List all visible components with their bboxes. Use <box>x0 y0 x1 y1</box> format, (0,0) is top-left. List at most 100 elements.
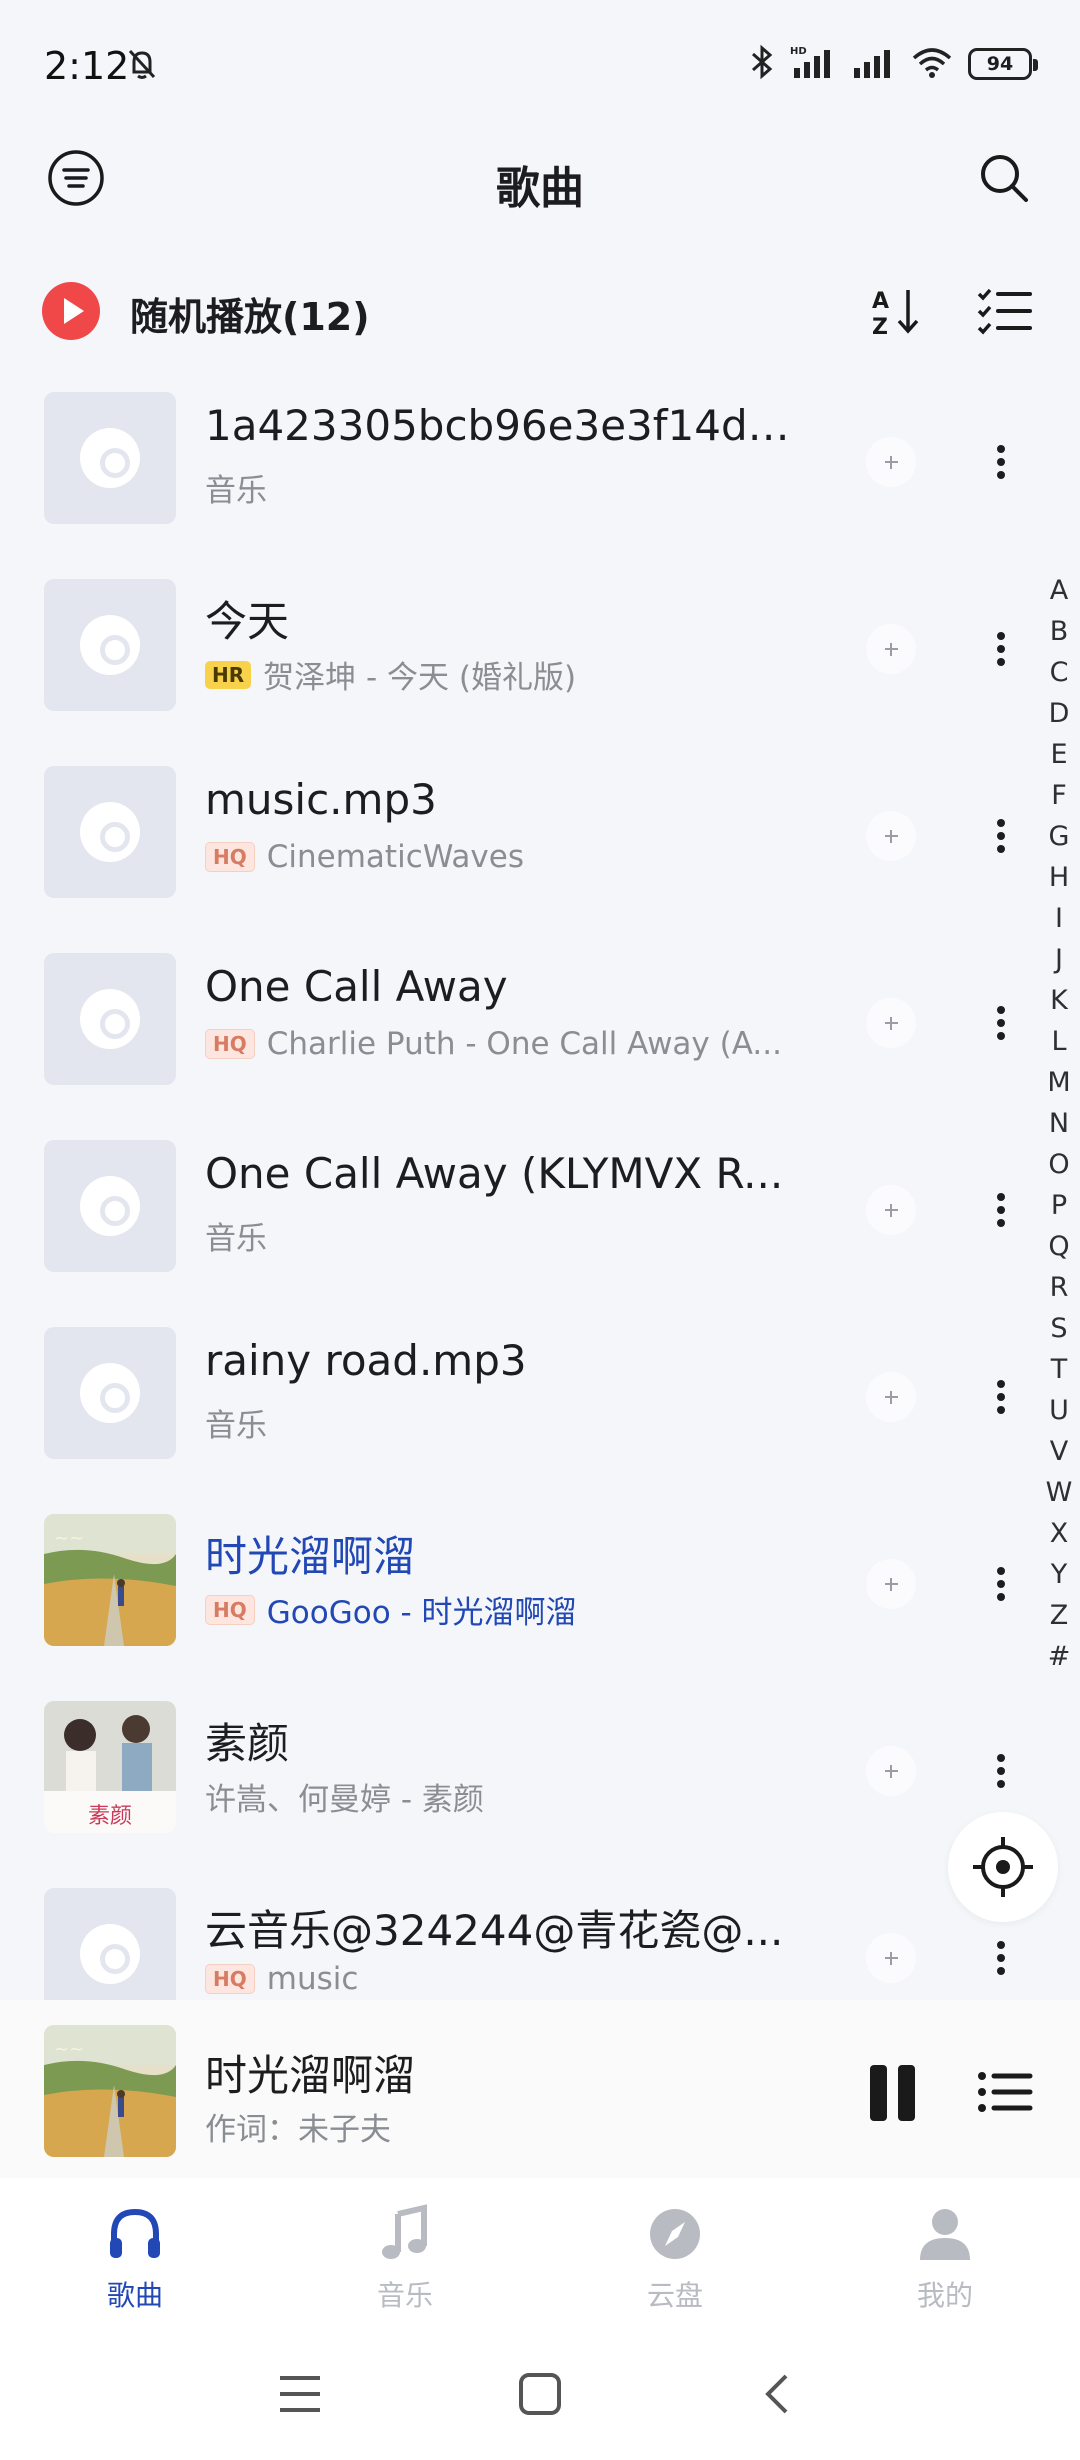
index-letter[interactable]: H <box>1042 857 1076 898</box>
recent-apps-icon[interactable] <box>278 2374 322 2414</box>
more-options-icon[interactable] <box>986 998 1016 1048</box>
song-row[interactable]: 素颜 素颜 许嵩、何曼婷 - 素颜 <box>0 1684 1040 1871</box>
crosshair-icon <box>973 1837 1033 1897</box>
song-row[interactable]: 云音乐@324244@青花瓷@... HQ music <box>0 1871 1040 2000</box>
index-letter[interactable]: W <box>1042 1472 1076 1513</box>
add-to-playlist-button[interactable] <box>866 998 916 1048</box>
locate-current-button[interactable] <box>948 1812 1058 1922</box>
song-artist: 音乐 <box>205 473 267 509</box>
playlist-queue-icon[interactable] <box>974 2062 1034 2122</box>
bottom-navigation: 歌曲 音乐 云盘 我的 <box>0 2178 1080 2330</box>
more-options-icon[interactable] <box>986 1559 1016 1609</box>
nav-label: 音乐 <box>376 2279 433 2312</box>
index-letter[interactable]: F <box>1042 775 1076 816</box>
album-cover-placeholder <box>44 579 176 711</box>
index-letter[interactable]: # <box>1042 1636 1076 1677</box>
index-letter[interactable]: D <box>1042 693 1076 734</box>
home-icon[interactable] <box>518 2372 562 2416</box>
index-letter[interactable]: G <box>1042 816 1076 857</box>
svg-text:~~: ~~ <box>54 1528 84 1549</box>
song-row[interactable]: One Call Away HQ Charlie Puth - One Call … <box>0 936 1040 1123</box>
index-letter[interactable]: A <box>1042 570 1076 611</box>
sort-az-icon[interactable]: AZ <box>866 280 926 340</box>
add-to-playlist-button[interactable] <box>866 1933 916 1983</box>
multi-select-icon[interactable] <box>974 280 1034 340</box>
index-letter[interactable]: X <box>1042 1513 1076 1554</box>
song-subtitle: HQ CinematicWaves <box>205 839 805 875</box>
disc-icon <box>80 1363 140 1423</box>
index-letter[interactable]: P <box>1042 1185 1076 1226</box>
nav-tab-songs[interactable]: 歌曲 <box>0 2178 270 2330</box>
add-to-playlist-button[interactable] <box>866 1746 916 1796</box>
song-subtitle: HQ GooGoo - 时光溜啊溜 <box>205 1587 805 1632</box>
index-letter[interactable]: J <box>1042 939 1076 980</box>
song-row[interactable]: music.mp3 HQ CinematicWaves <box>0 749 1040 936</box>
index-letter[interactable]: N <box>1042 1103 1076 1144</box>
more-options-icon[interactable] <box>986 811 1016 861</box>
disc-icon <box>80 428 140 488</box>
add-to-playlist-button[interactable] <box>866 1185 916 1235</box>
index-letter[interactable]: T <box>1042 1349 1076 1390</box>
index-letter[interactable]: U <box>1042 1390 1076 1431</box>
nav-tab-cloud[interactable]: 云盘 <box>540 2178 810 2330</box>
index-letter[interactable]: M <box>1042 1062 1076 1103</box>
album-cover-placeholder <box>44 953 176 1085</box>
add-to-playlist-button[interactable] <box>866 437 916 487</box>
index-letter[interactable]: O <box>1042 1144 1076 1185</box>
song-row-playing[interactable]: ~~ 时光溜啊溜 HQ GooGoo - 时光溜啊溜 <box>0 1497 1040 1684</box>
album-cover-placeholder <box>44 392 176 524</box>
nav-tab-mine[interactable]: 我的 <box>810 2178 1080 2330</box>
disc-icon <box>80 615 140 675</box>
now-playing-album-art[interactable]: ~~ <box>44 2025 176 2157</box>
index-letter[interactable]: Q <box>1042 1226 1076 1267</box>
more-options-icon[interactable] <box>986 624 1016 674</box>
add-to-playlist-button[interactable] <box>866 1559 916 1609</box>
song-row[interactable]: One Call Away (KLYMVX R... 音乐 <box>0 1123 1040 1310</box>
index-letter[interactable]: S <box>1042 1308 1076 1349</box>
search-icon[interactable] <box>974 148 1034 208</box>
song-row[interactable]: 1a423305bcb96e3e3f14dc... 音乐 <box>0 375 1040 562</box>
song-title: 素颜 <box>205 1719 290 1768</box>
song-title: music.mp3 <box>205 775 437 824</box>
more-options-icon[interactable] <box>986 1185 1016 1235</box>
index-letter[interactable]: R <box>1042 1267 1076 1308</box>
hr-quality-badge: HR <box>205 660 252 689</box>
more-options-icon[interactable] <box>986 437 1016 487</box>
index-letter[interactable]: Z <box>1042 1595 1076 1636</box>
song-subtitle: HQ music <box>205 1961 805 1997</box>
song-list: 1a423305bcb96e3e3f14dc... 音乐 今天 HR 贺泽坤 - … <box>0 375 1080 2000</box>
shuffle-play-button[interactable]: 随机播放(12) <box>130 286 370 341</box>
song-artist: 音乐 <box>205 1221 267 1257</box>
pause-icon[interactable] <box>868 2065 918 2121</box>
index-letter[interactable]: L <box>1042 1021 1076 1062</box>
index-letter[interactable]: C <box>1042 652 1076 693</box>
shuffle-play-row: 随机播放(12) AZ <box>0 260 1080 360</box>
more-options-icon[interactable] <box>986 1372 1016 1422</box>
nav-tab-music[interactable]: 音乐 <box>270 2178 540 2330</box>
index-letter[interactable]: I <box>1042 898 1076 939</box>
back-icon[interactable] <box>758 2372 798 2416</box>
song-title: One Call Away <box>205 962 508 1011</box>
play-icon[interactable] <box>42 282 100 340</box>
index-letter[interactable]: E <box>1042 734 1076 775</box>
song-artist: music <box>266 1961 359 1997</box>
index-letter[interactable]: K <box>1042 980 1076 1021</box>
signal-icon <box>850 44 896 84</box>
song-row[interactable]: rainy road.mp3 音乐 <box>0 1310 1040 1497</box>
nav-label: 歌曲 <box>106 2279 163 2312</box>
alphabet-index[interactable]: A B C D E F G H I J K L M N O P Q R S T … <box>1042 570 1076 1677</box>
now-playing-bar[interactable]: ~~ 时光溜啊溜 作词：未子夫 <box>0 2000 1080 2178</box>
add-to-playlist-button[interactable] <box>866 624 916 674</box>
more-options-icon[interactable] <box>986 1933 1016 1983</box>
more-options-icon[interactable] <box>986 1746 1016 1796</box>
add-to-playlist-button[interactable] <box>866 1372 916 1422</box>
index-letter[interactable]: Y <box>1042 1554 1076 1595</box>
hq-quality-badge: HQ <box>205 842 255 872</box>
song-title: 今天 <box>205 597 290 646</box>
index-letter[interactable]: B <box>1042 611 1076 652</box>
song-row[interactable]: 今天 HR 贺泽坤 - 今天 (婚礼版) <box>0 562 1040 749</box>
svg-text:Z: Z <box>872 315 888 340</box>
album-art: 素颜 <box>44 1701 176 1833</box>
add-to-playlist-button[interactable] <box>866 811 916 861</box>
index-letter[interactable]: V <box>1042 1431 1076 1472</box>
